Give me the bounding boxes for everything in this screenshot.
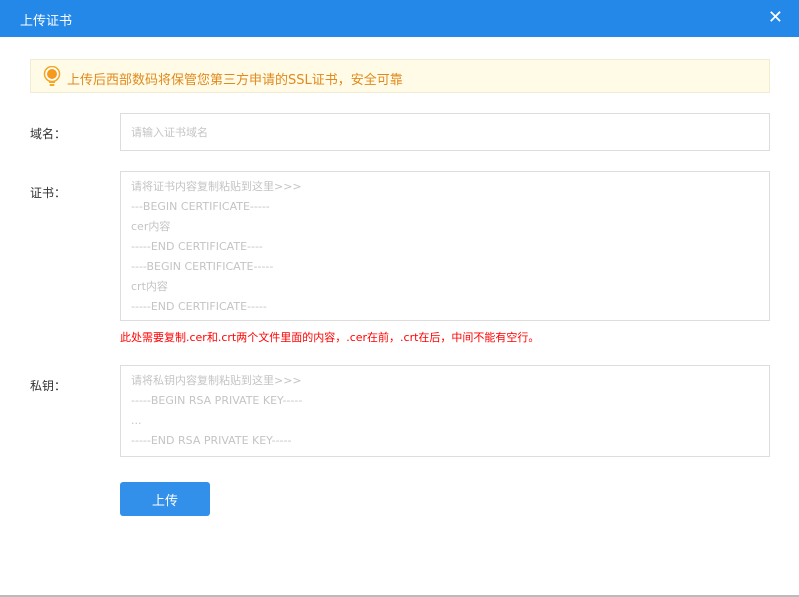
certificate-label: 证书： [30,186,67,200]
notice-text: 上传后西部数码将保管您第三方申请的SSL证书，安全可靠 [67,73,403,88]
lightbulb-icon [43,66,61,86]
dialog-header: 上传证书 ✕ [0,0,799,37]
notice-banner: 上传后西部数码将保管您第三方申请的SSL证书，安全可靠 [30,59,770,93]
domain-input[interactable] [120,113,770,151]
upload-button[interactable]: 上传 [120,482,210,516]
close-icon[interactable]: ✕ [768,8,783,28]
domain-label: 域名： [30,127,67,141]
certificate-textarea[interactable] [120,171,770,321]
private-key-textarea[interactable] [120,365,770,457]
certificate-hint: 此处需要复制.cer和.crt两个文件里面的内容，.cer在前，.crt在后，中… [120,331,540,344]
dialog-title: 上传证书 [20,14,73,29]
private-key-label: 私钥： [30,379,67,393]
